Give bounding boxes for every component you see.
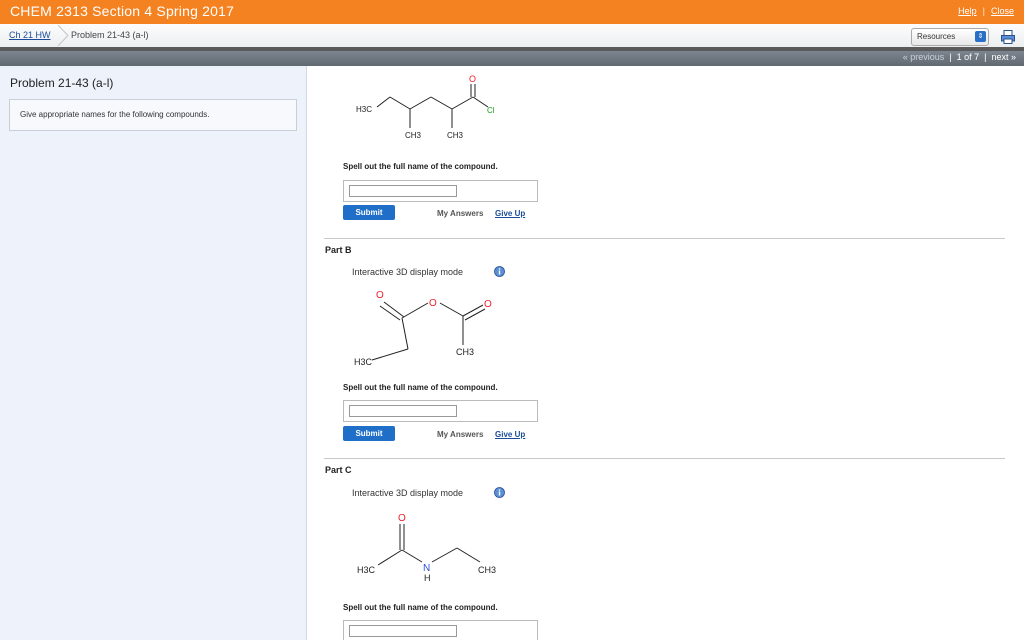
pager: « previous | 1 of 7 | next » (903, 52, 1016, 62)
part-a-answer-input[interactable] (349, 185, 457, 197)
molecule-part-b: O O O CH3 H3C (354, 290, 492, 367)
chevron-right-icon (57, 25, 69, 46)
part-c-title: Part C (325, 465, 352, 475)
info-icon[interactable] (494, 266, 505, 277)
part-a-give-up-link[interactable]: Give Up (495, 209, 525, 218)
problem-instructions-box: Give appropriate names for the following… (9, 99, 297, 131)
app-header: CHEM 2313 Section 4 Spring 2017 Help | Clo… (0, 0, 1024, 24)
header-links: Help | Close (958, 6, 1014, 16)
atom-label-h3c: H3C (354, 357, 373, 367)
atom-label-ch3: CH3 (478, 565, 496, 575)
part-c-3d-mode-label: Interactive 3D display mode (352, 488, 464, 498)
problem-sidebar: Problem 21-43 (a-l) Give appropriate nam… (0, 66, 307, 640)
previous-link[interactable]: « previous (903, 52, 945, 62)
molecule-part-a: H3C CH3 CH3 O Cl (356, 74, 495, 140)
atom-label-ch3: CH3 (405, 131, 422, 140)
atom-label-h3c: H3C (356, 105, 372, 114)
atom-label-hydrogen: H (424, 573, 431, 583)
part-b-my-answers[interactable]: My Answers (437, 430, 483, 439)
part-a-answer-box (343, 180, 538, 202)
next-link[interactable]: next » (991, 52, 1016, 62)
atom-label-oxygen: O (376, 290, 384, 301)
course-title: CHEM 2313 Section 4 Spring 2017 (10, 3, 235, 19)
part-a-submit-button[interactable]: Submit (343, 205, 395, 220)
pager-bar (0, 51, 1024, 66)
resources-select[interactable]: Resources ⇕ (911, 28, 989, 46)
part-c-prompt: Spell out the full name of the compound. (343, 603, 498, 612)
part-b-give-up-link[interactable]: Give Up (495, 430, 525, 439)
part-c-answer-box (343, 620, 538, 640)
part-b-title: Part B (325, 245, 352, 255)
part-b-answer-box (343, 400, 538, 422)
part-b-3d-mode-label: Interactive 3D display mode (352, 267, 464, 277)
atom-label-oxygen: O (398, 513, 406, 524)
atom-label-h3c: H3C (357, 565, 376, 575)
atom-label-ch3: CH3 (447, 131, 464, 140)
pager-position: 1 of 7 (956, 52, 980, 62)
pager-separator: | (984, 52, 987, 62)
printer-icon[interactable] (1000, 29, 1016, 45)
close-link[interactable]: Close (991, 6, 1014, 16)
atom-label-oxygen: O (429, 298, 437, 309)
section-divider (324, 238, 1005, 239)
breadcrumb: Ch 21 HW Problem 21-43 (a-l) (0, 24, 1024, 48)
part-b-submit-button[interactable]: Submit (343, 426, 395, 441)
part-a-my-answers[interactable]: My Answers (437, 209, 483, 218)
select-arrows-icon: ⇕ (975, 31, 986, 42)
molecule-part-c: O H3C N H CH3 (357, 513, 496, 583)
atom-label-ch3: CH3 (456, 347, 474, 357)
resources-label: Resources (917, 32, 956, 41)
part-b-prompt: Spell out the full name of the compound. (343, 383, 498, 392)
link-separator: | (982, 6, 985, 16)
info-icon[interactable] (494, 487, 505, 498)
problem-instructions: Give appropriate names for the following… (20, 110, 210, 119)
breadcrumb-assignment-link[interactable]: Ch 21 HW (9, 30, 51, 40)
part-b-answer-input[interactable] (349, 405, 457, 417)
atom-label-chlorine: Cl (487, 106, 495, 115)
help-link[interactable]: Help (958, 6, 977, 16)
atom-label-oxygen: O (469, 74, 476, 84)
pager-separator: | (949, 52, 952, 62)
part-a-prompt: Spell out the full name of the compound. (343, 162, 498, 171)
problem-title: Problem 21-43 (a-l) (10, 76, 114, 90)
breadcrumb-current-problem: Problem 21-43 (a-l) (71, 30, 149, 40)
atom-label-oxygen: O (484, 299, 492, 310)
section-divider (324, 458, 1005, 459)
part-c-answer-input[interactable] (349, 625, 457, 637)
